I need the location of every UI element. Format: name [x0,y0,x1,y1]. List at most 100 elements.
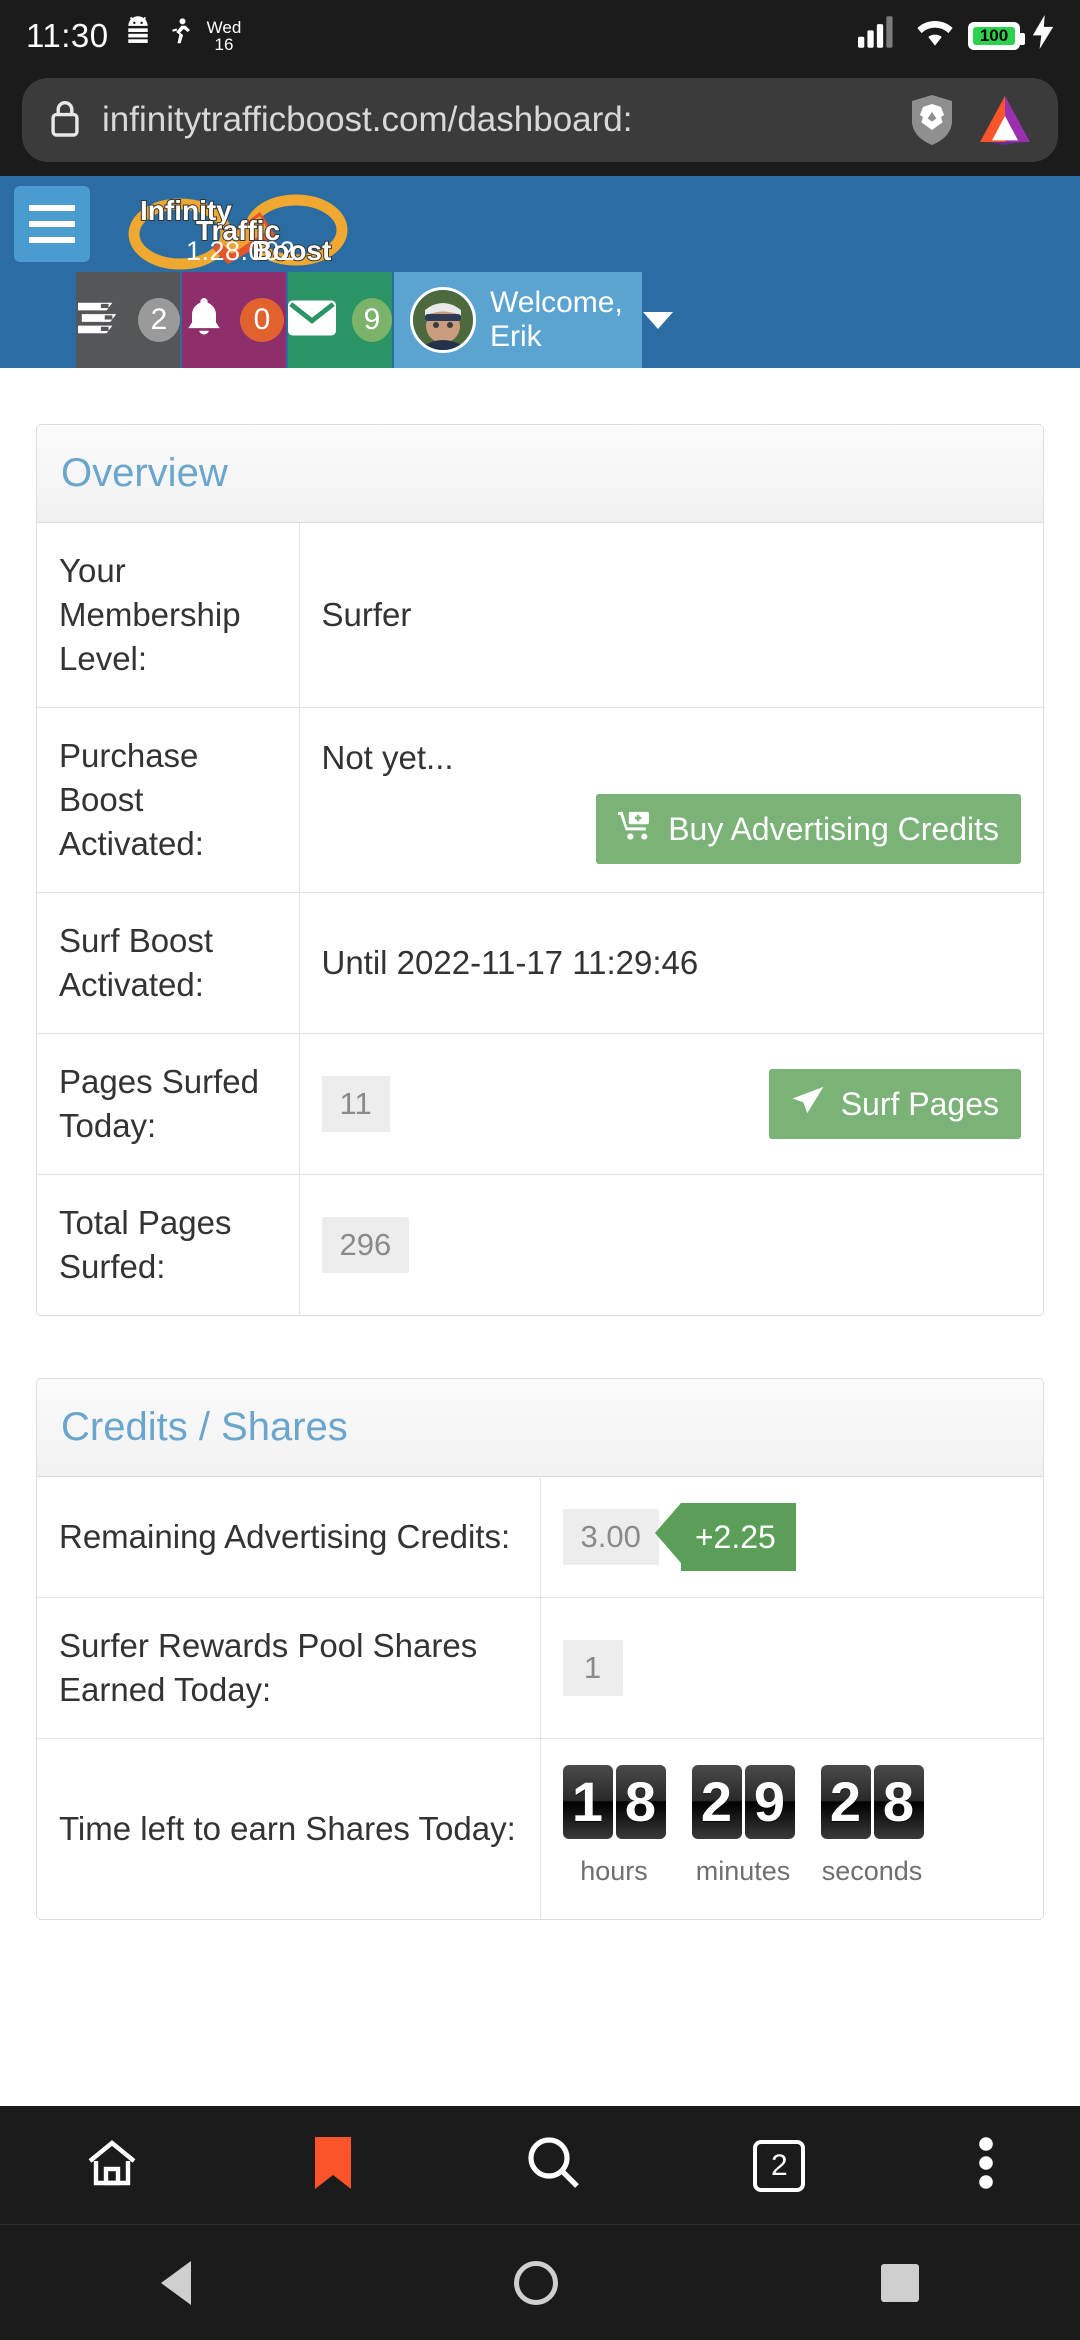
bat-triangle-icon[interactable] [978,94,1032,146]
nav-tile-tasks[interactable]: 2 [76,272,182,368]
table-row: Purchase Boost Activated: Not yet... Buy… [37,707,1043,893]
credits-gain-ribbon: +2.25 [654,1503,796,1571]
row-label: Remaining Advertising Credits: [37,1477,541,1598]
table-row: Surf Boost Activated: Until 2022-11-17 1… [37,892,1043,1034]
status-date-num: 16 [214,35,234,54]
bell-icon [184,296,224,345]
row-label: Pages Surfed Today: [37,1033,300,1175]
url-bar[interactable]: infinitytrafficboost.com/dashboard: [22,78,1058,162]
brave-shield-icon[interactable] [906,93,958,147]
overflow-menu-icon[interactable] [978,2137,994,2194]
user-avatar [410,287,476,353]
shares-earned-today-value: 1 [562,1640,623,1696]
row-value-cell: 1 [540,1597,1043,1739]
app-version: 1.28.002 [186,236,296,266]
buy-advertising-credits-button[interactable]: Buy Advertising Credits [596,794,1021,864]
row-value-cell: 296 [299,1174,1043,1315]
battery-icon: 100 [968,22,1025,50]
browser-toolbar: infinitytrafficboost.com/dashboard: [0,72,1080,176]
table-row: Your Membership Level: Surfer [37,523,1043,708]
android-status-bar: 11:30 Wed 16 100 [0,0,1080,72]
signal-icon [858,16,902,56]
countdown-minutes-d2: 9 [744,1765,795,1839]
home-button-icon[interactable] [513,2260,558,2305]
pages-surfed-today-value: 11 [321,1076,390,1132]
table-row: Pages Surfed Today: 11 Surf Pages [37,1033,1043,1175]
countdown-hours-d1: 1 [562,1765,613,1839]
countdown-seconds-d2: 8 [873,1765,924,1839]
paper-plane-icon [791,1085,825,1123]
countdown-minutes-d1: 2 [691,1765,742,1839]
row-label: Surfer Rewards Pool Shares Earned Today: [37,1597,541,1739]
countdown-seconds-d1: 2 [820,1765,871,1839]
running-icon [167,17,193,55]
hamburger-menu-icon[interactable] [14,186,90,262]
overview-table: Your Membership Level: Surfer Purchase B… [37,523,1043,1315]
nav-tile-messages[interactable]: 9 [288,272,394,368]
countdown-seconds-group: 2 8 seconds [820,1765,924,1893]
charging-bolt-icon [1032,15,1054,57]
countdown-seconds-label: seconds [821,1856,923,1886]
back-button-icon[interactable] [161,2260,192,2305]
greeting-line-1: Welcome, [490,286,623,319]
row-value: Until 2022-11-17 11:29:46 [299,892,1043,1034]
envelope-icon [288,299,336,341]
user-greeting: Welcome, Erik [490,286,623,354]
tab-count-button[interactable]: 2 [753,2139,806,2192]
row-value: Surfer [321,596,412,633]
dashboard-content: Overview Your Membership Level: Surfer P… [0,368,1080,1920]
remaining-credits-value: 3.00 [562,1509,659,1565]
credits-table: Remaining Advertising Credits: 3.00 +2.2… [37,1477,1043,1919]
table-row: Remaining Advertising Credits: 3.00 +2.2… [37,1477,1043,1598]
credits-panel-title: Credits / Shares [61,1405,348,1449]
android-icon [123,15,153,57]
credits-panel-header: Credits / Shares [37,1379,1043,1477]
overview-panel: Overview Your Membership Level: Surfer P… [36,424,1044,1316]
chevron-down-icon[interactable] [642,311,673,329]
countdown-hours-d2: 8 [615,1765,666,1839]
surf-pages-button[interactable]: Surf Pages [768,1069,1021,1139]
site-header: Infinity Traffic Boost 1.28.002 [0,176,1080,272]
lock-icon [48,97,82,144]
recents-button-icon[interactable] [880,2263,919,2302]
url-text[interactable]: infinitytrafficboost.com/dashboard: [102,100,886,140]
row-label: Your Membership Level: [37,523,300,708]
row-value: Not yet... [321,739,454,776]
greeting-line-2: Erik [490,320,542,353]
home-icon[interactable] [86,2137,138,2194]
countdown-hours-group: 1 8 hours [562,1765,666,1893]
countdown-minutes-group: 2 9 minutes [691,1765,795,1893]
row-label: Surf Boost Activated: [37,892,300,1034]
android-nav-bar [0,2224,1080,2340]
tasks-icon [76,297,122,344]
notifications-badge: 0 [240,298,284,342]
credits-shares-panel: Credits / Shares Remaining Advertising C… [36,1378,1044,1920]
overview-panel-header: Overview [37,425,1043,523]
page-title: Overview [61,451,228,495]
total-pages-surfed-value: 296 [321,1217,410,1273]
bookmark-icon[interactable] [311,2135,355,2196]
nav-tiles-row: 2 0 9 Welcome, Erik [0,272,1080,368]
table-row: Total Pages Surfed: 296 [37,1174,1043,1315]
search-icon[interactable] [527,2136,581,2195]
table-row: Surfer Rewards Pool Shares Earned Today:… [37,1597,1043,1739]
user-menu[interactable]: Welcome, Erik [394,272,673,368]
row-label: Time left to earn Shares Today: [37,1738,541,1919]
countdown-timer: 1 8 hours 2 9 minutes 2 8 seconds [562,1765,1022,1893]
row-label: Purchase Boost Activated: [37,707,300,893]
wifi-icon [914,16,956,56]
row-value-cell: 11 Surf Pages [299,1033,1043,1175]
battery-level: 100 [979,26,1009,45]
row-value-cell: Not yet... Buy Advertising Credits [299,707,1043,893]
row-value-cell: 3.00 +2.25 [540,1477,1043,1598]
tasks-badge: 2 [138,298,180,342]
table-row: Time left to earn Shares Today: 1 8 hour… [37,1738,1043,1919]
buy-button-label: Buy Advertising Credits [668,810,999,847]
countdown-hours-label: hours [580,1856,648,1886]
nav-tile-notifications[interactable]: 0 [182,272,288,368]
surf-button-label: Surf Pages [840,1085,999,1122]
status-time: 11:30 [26,17,109,54]
status-date: Wed 16 [207,19,242,53]
messages-badge: 9 [352,298,392,342]
countdown-cell: 1 8 hours 2 9 minutes 2 8 seconds [540,1738,1043,1919]
